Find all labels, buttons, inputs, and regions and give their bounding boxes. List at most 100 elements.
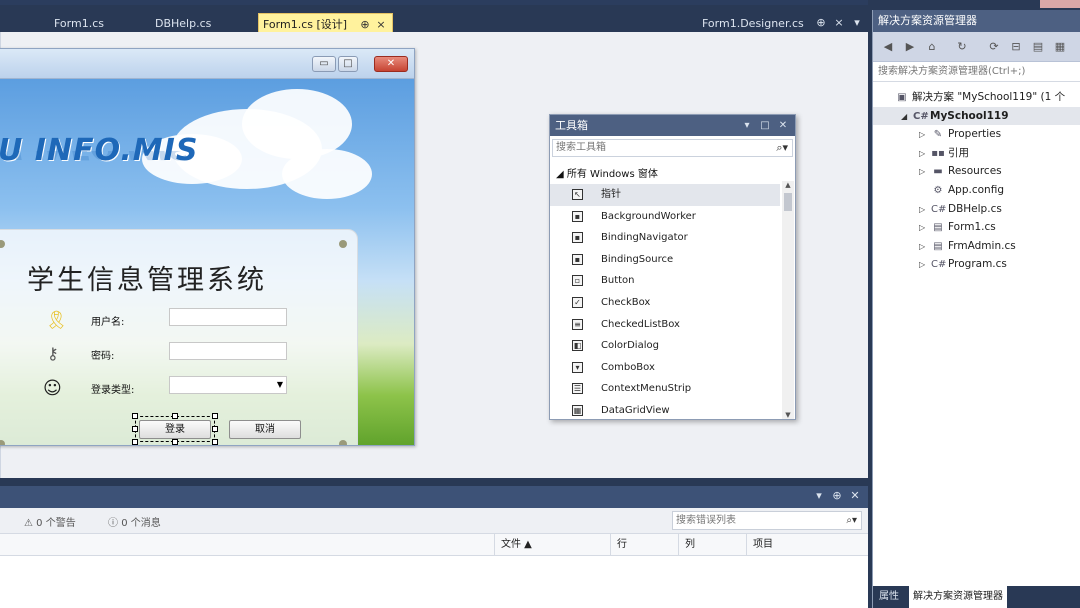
close-icon[interactable]: ✕ (848, 489, 862, 502)
resize-handle[interactable] (212, 413, 218, 419)
error-list-search-input[interactable]: 搜索错误列表 ⌕▾ (672, 511, 862, 530)
resize-handle[interactable] (172, 439, 178, 445)
contextmenustrip-icon: ☰ (572, 383, 583, 395)
resize-handle[interactable] (212, 439, 218, 445)
username-input[interactable] (169, 308, 287, 326)
resize-handle[interactable] (132, 413, 138, 419)
form-title-bar[interactable]: ▭ □ ✕ (0, 49, 414, 79)
password-input[interactable] (169, 342, 287, 360)
search-icon[interactable]: ⌕▾ (846, 512, 857, 529)
column-line[interactable]: 行 (610, 534, 678, 556)
warnings-filter[interactable]: ⚠ 0 个警告 (24, 514, 76, 529)
login-type-select[interactable]: ▼ (169, 376, 287, 394)
dropdown-icon[interactable]: ▾ (740, 115, 754, 136)
messages-filter[interactable]: ⓘ 0 个消息 (108, 514, 161, 529)
toolbox-search-input[interactable]: 搜索工具箱 ⌕▾ (552, 139, 793, 157)
tree-node[interactable]: ▣ 解决方案 "MySchool119" (1 个 (883, 88, 1065, 106)
design-surface[interactable]: ▭ □ ✕ U INFO.MIS U INFO.MIS 学生信息管理系统 🎗 ⚷… (0, 32, 868, 478)
dropdown-icon[interactable]: ▾ (812, 489, 826, 502)
tab-label: Form1.cs (54, 17, 104, 30)
error-list-title-bar[interactable]: ▾ ⊕ ✕ (0, 486, 868, 508)
forward-icon[interactable]: ▶ (903, 40, 917, 54)
scroll-up-icon[interactable]: ▲ (782, 181, 794, 189)
toolbox-item-label: Button (601, 275, 635, 287)
back-icon[interactable]: ◀ (881, 40, 895, 54)
expand-icon[interactable]: ▷ (919, 219, 931, 237)
toolbox-item[interactable]: ▫ Button (550, 270, 780, 292)
expand-icon[interactable]: ▷ (919, 256, 931, 274)
maximize-icon[interactable]: □ (338, 56, 358, 72)
colordialog-icon: ◧ (572, 340, 583, 352)
tab-solution-explorer[interactable]: 解决方案资源管理器 (909, 586, 1007, 608)
maximize-icon[interactable]: □ (758, 115, 772, 136)
toolbox-scrollbar[interactable]: ▲ ▼ (782, 181, 794, 419)
show-files-icon[interactable]: ▤ (1031, 40, 1045, 54)
tree-node[interactable]: ▷ ▬ Resources (919, 162, 1002, 180)
cloud-shape (282, 149, 372, 199)
resize-handle[interactable] (132, 426, 138, 432)
tree-node[interactable]: ▷ ▤ Form1.cs (919, 218, 996, 236)
tree-node[interactable]: ⚙ App.config (919, 181, 1004, 199)
resize-handle[interactable] (212, 426, 218, 432)
scroll-down-icon[interactable]: ▼ (782, 411, 794, 419)
solution-explorer-search-input[interactable]: 搜索解决方案资源管理器(Ctrl+;) (873, 62, 1080, 82)
toolbox-item[interactable]: ✓ CheckBox (550, 292, 780, 314)
toolbox-item-label: BindingNavigator (601, 232, 688, 244)
refresh-icon[interactable]: ⟳ (987, 40, 1001, 54)
tab-dropdown-icon[interactable]: ▾ (850, 14, 864, 32)
toolbox-item[interactable]: ▪ BackgroundWorker (550, 206, 780, 228)
login-form-preview[interactable]: ▭ □ ✕ U INFO.MIS U INFO.MIS 学生信息管理系统 🎗 ⚷… (0, 48, 415, 446)
scroll-thumb[interactable] (784, 193, 792, 211)
tree-node[interactable]: ▷ ✎ Properties (919, 125, 1001, 143)
column-column[interactable]: 列 (678, 534, 746, 556)
sync-icon[interactable]: ↻ (955, 40, 969, 54)
tab-properties[interactable]: 属性 (875, 586, 903, 608)
tree-node[interactable]: ◢ C#MySchool119 (873, 106, 1080, 126)
column-project[interactable]: 项目 (746, 534, 868, 556)
home-icon[interactable]: ⌂ (925, 40, 939, 54)
toolbox-item[interactable]: ◧ ColorDialog (550, 335, 780, 357)
expand-icon[interactable]: ▷ (919, 201, 931, 219)
tree-node[interactable]: ▷ ▪▪ 引用 (919, 144, 969, 162)
expand-icon[interactable]: ▷ (919, 145, 931, 163)
toolbox-item[interactable]: ▪ BindingSource (550, 249, 780, 271)
window-close-icon[interactable]: ✕ (374, 56, 408, 72)
column-file[interactable]: 文件 ▲ (494, 534, 610, 556)
expand-icon[interactable]: ▷ (919, 126, 931, 144)
pin-icon[interactable]: ⊕ (830, 489, 844, 502)
toolbox-window[interactable]: 工具箱 ▾ □ ✕ 搜索工具箱 ⌕▾ ◢ 所有 Windows 窗体 ↖ 指针 ▪ B… (549, 114, 796, 420)
expand-icon[interactable]: ◢ (901, 108, 913, 126)
cancel-button[interactable]: 取消 (229, 420, 301, 439)
collapse-icon[interactable]: ⊟ (1009, 40, 1023, 54)
toolbox-item[interactable]: ▾ ComboBox (550, 357, 780, 379)
chevron-down-icon[interactable]: ▼ (277, 380, 283, 389)
expand-icon[interactable]: ▷ (919, 238, 931, 256)
close-icon[interactable]: × (832, 14, 846, 32)
resize-handle[interactable] (132, 439, 138, 445)
button-icon: ▫ (572, 275, 583, 287)
toolbox-item[interactable]: ↖ 指针 (550, 184, 780, 206)
messages-count: 0 个消息 (121, 518, 161, 529)
toolbox-item[interactable]: ≡ CheckedListBox (550, 314, 780, 336)
toolbox-item[interactable]: ▦ DataGridView (550, 400, 780, 422)
tab-label: Form1.cs [设计] (263, 18, 348, 31)
toolbox-item[interactable]: ▪ BindingNavigator (550, 227, 780, 249)
close-icon[interactable]: ✕ (776, 115, 790, 136)
minimize-icon[interactable]: ▭ (312, 56, 336, 72)
pin-icon[interactable]: ⊕ (814, 14, 828, 32)
toolbox-item[interactable]: ☰ ContextMenuStrip (550, 378, 780, 400)
toolbox-item-label: ContextMenuStrip (601, 383, 692, 395)
search-icon[interactable]: ⌕▾ (776, 140, 788, 156)
properties-icon[interactable]: ▦ (1053, 40, 1067, 54)
resize-handle[interactable] (172, 413, 178, 419)
tree-node[interactable]: ▷ C# Program.cs (919, 255, 1007, 273)
tree-node[interactable]: ▷ C# DBHelp.cs (919, 200, 1002, 218)
tree-node[interactable]: ▷ ▤ FrmAdmin.cs (919, 237, 1016, 255)
solution-explorer-title[interactable]: 解决方案资源管理器 (873, 10, 1080, 32)
combobox-icon: ▾ (572, 361, 583, 373)
csharp-file-icon: C# (931, 203, 947, 215)
expand-icon[interactable]: ▷ (919, 163, 931, 181)
login-button[interactable]: 登录 (139, 420, 211, 439)
toolbox-group-header[interactable]: ◢ 所有 Windows 窗体 (556, 165, 658, 180)
toolbox-title-bar[interactable]: 工具箱 ▾ □ ✕ (550, 115, 795, 136)
